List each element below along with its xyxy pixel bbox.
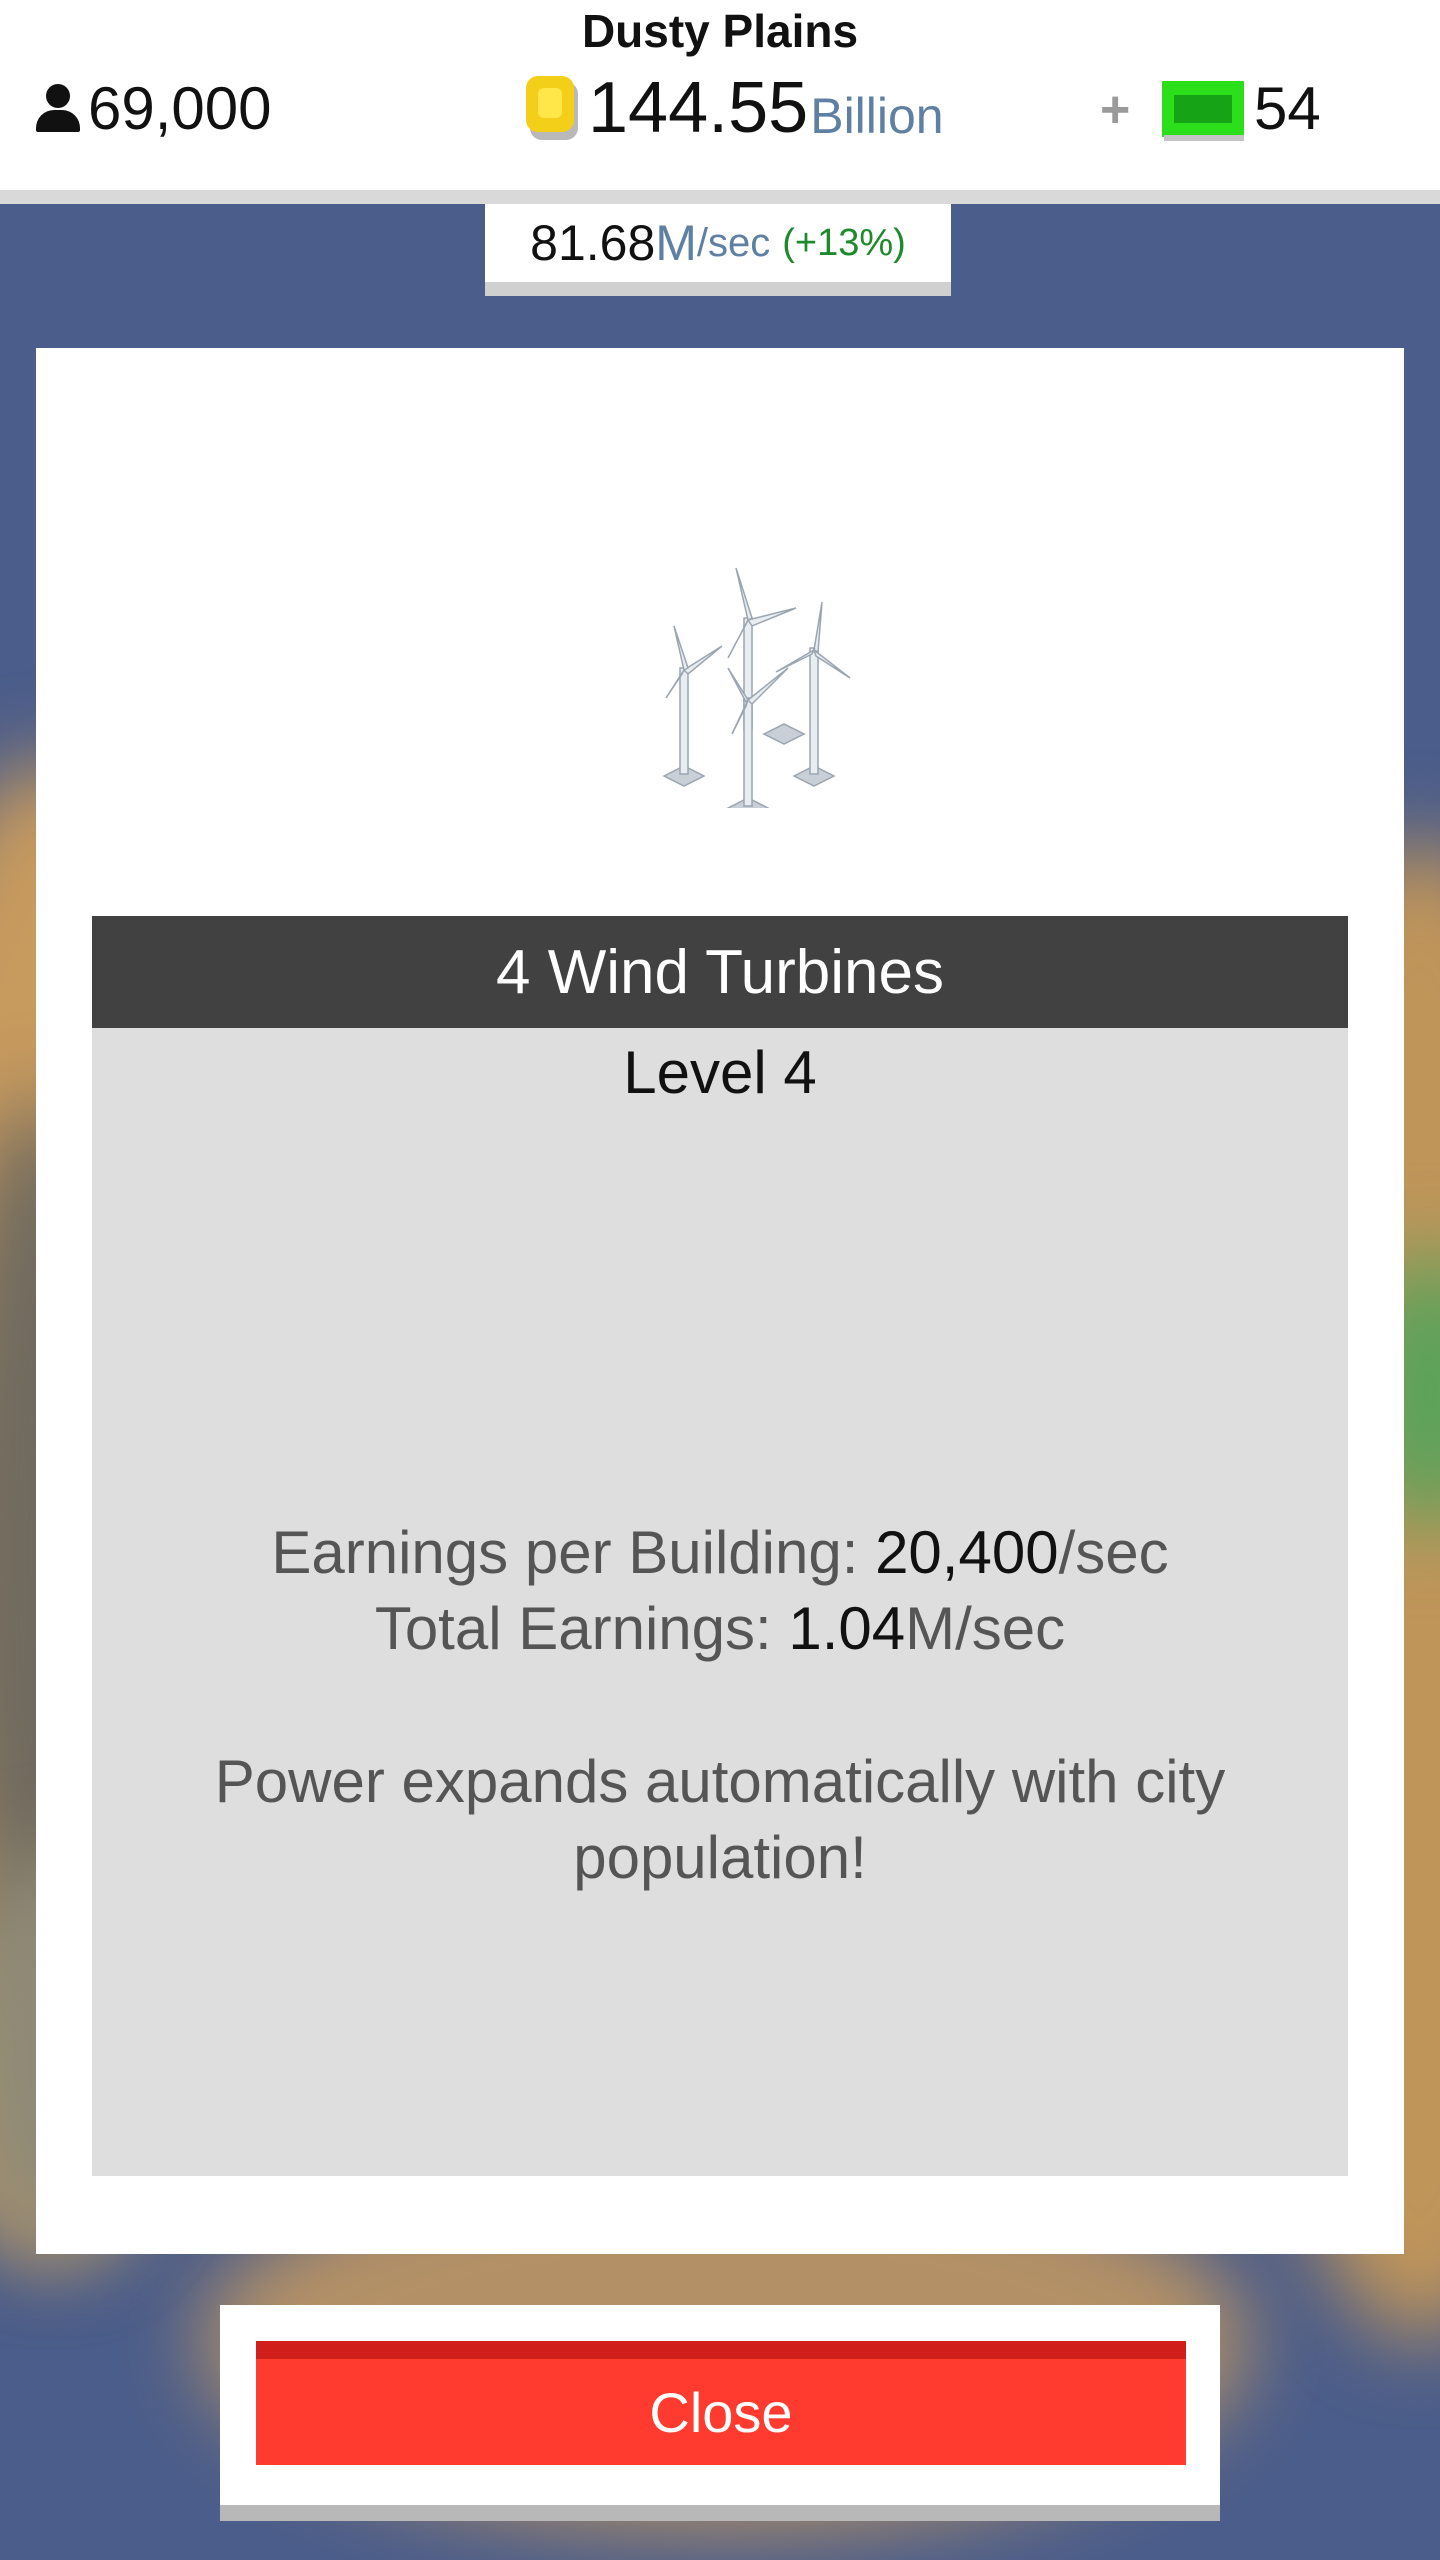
cash-counter[interactable]: 54 bbox=[1162, 74, 1321, 143]
building-title: 4 Wind Turbines bbox=[92, 916, 1348, 1028]
total-earnings-unit: M/sec bbox=[905, 1595, 1066, 1662]
close-button[interactable]: Close bbox=[256, 2341, 1186, 2465]
population-value: 69,000 bbox=[88, 75, 272, 142]
person-icon bbox=[36, 83, 80, 134]
add-cash-button[interactable]: + bbox=[1100, 80, 1130, 140]
cash-icon bbox=[1162, 79, 1244, 141]
money-unit: Billion bbox=[810, 88, 944, 144]
wind-turbines-icon bbox=[662, 567, 851, 808]
earnings-per-building-value: 20,400 bbox=[875, 1519, 1059, 1586]
earnings-per-building-label: Earnings per Building: bbox=[271, 1519, 876, 1586]
total-earnings-value: 1.04 bbox=[788, 1595, 906, 1662]
money-counter: 144.55 Billion bbox=[526, 72, 944, 144]
income-rate-unit: M bbox=[655, 215, 697, 271]
money-value: 144.55 bbox=[588, 68, 809, 148]
top-status-bar: Dusty Plains 69,000 144.55 Billion + 54 bbox=[0, 0, 1440, 204]
income-rate-value: 81.68 bbox=[530, 215, 656, 271]
total-earnings: Total Earnings: 1.04M/sec bbox=[92, 1594, 1348, 1663]
population-counter: 69,000 bbox=[36, 74, 272, 143]
income-rate-per-sec: /sec bbox=[696, 220, 771, 265]
building-info-panel: Level 4 Earnings per Building: 20,400/se… bbox=[92, 1028, 1348, 2176]
coin-icon bbox=[526, 74, 578, 140]
building-info-dialog: 4 Wind Turbines Level 4 Earnings per Bui… bbox=[36, 348, 1404, 2254]
income-rate-tab: 81.68 M /sec (+13%) bbox=[485, 204, 951, 296]
total-earnings-label: Total Earnings: bbox=[374, 1595, 789, 1662]
earnings-per-building: Earnings per Building: 20,400/sec bbox=[92, 1518, 1348, 1587]
building-level: Level 4 bbox=[623, 1039, 817, 1106]
cash-value: 54 bbox=[1254, 75, 1321, 142]
close-button-frame: Close bbox=[220, 2305, 1220, 2521]
city-name: Dusty Plains bbox=[581, 5, 859, 57]
earnings-per-building-unit: /sec bbox=[1058, 1519, 1169, 1586]
building-description: Power expands automatically with city po… bbox=[214, 1748, 1226, 1891]
income-bonus: (+13%) bbox=[782, 221, 906, 264]
